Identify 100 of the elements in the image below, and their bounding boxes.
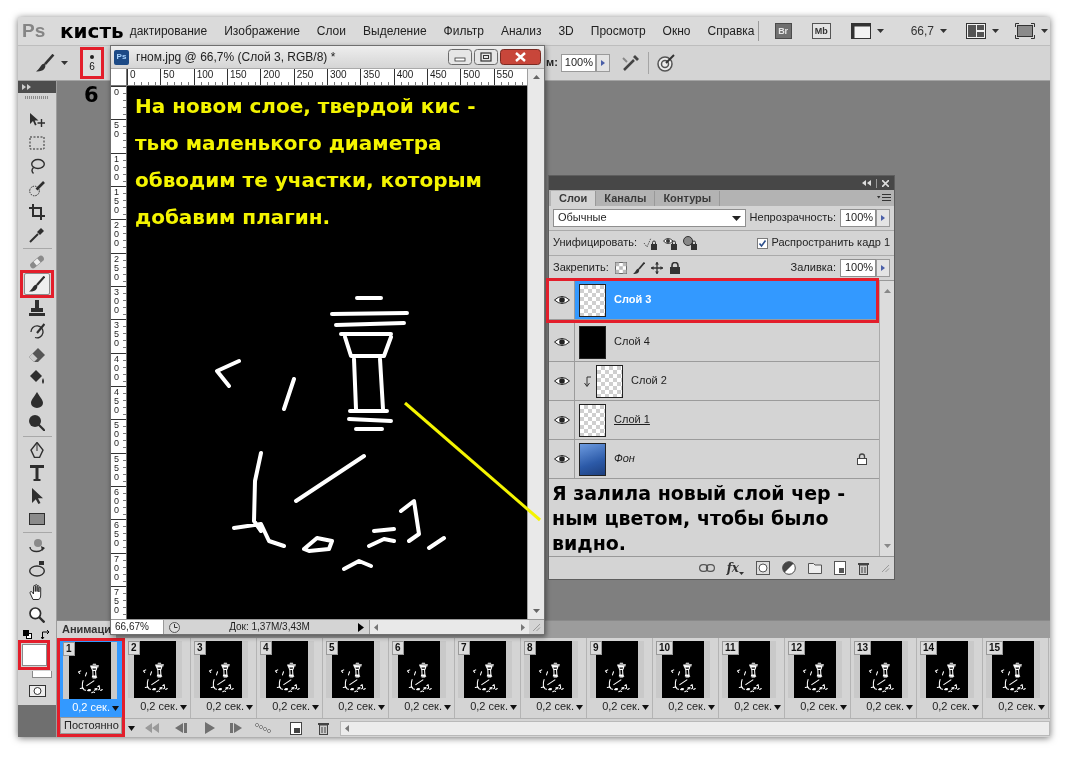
pressure-icon[interactable] bbox=[656, 54, 675, 72]
animation-frame[interactable]: 6 0,2 сек. bbox=[389, 638, 455, 718]
layer-row[interactable]: Слой 4 bbox=[549, 323, 879, 362]
caret-icon[interactable] bbox=[992, 29, 999, 33]
screen-mode-icon[interactable] bbox=[1015, 23, 1035, 39]
loop-dropdown[interactable]: Постоянно bbox=[60, 717, 122, 734]
animation-frame[interactable]: 8 0,2 сек. bbox=[521, 638, 587, 718]
animation-frame[interactable]: 11 0,2 сек. bbox=[719, 638, 785, 718]
eye-icon[interactable] bbox=[553, 376, 570, 386]
launcher-button[interactable]: Br bbox=[774, 23, 792, 39]
style-lock-icon[interactable] bbox=[683, 236, 697, 250]
frame-delay[interactable]: 0,2 сек. bbox=[932, 700, 970, 714]
animation-frame[interactable]: 10 0,2 сек. bbox=[653, 638, 719, 718]
frame-delay[interactable]: 0,2 сек. bbox=[206, 700, 244, 714]
frame-delay[interactable]: 0,2 сек. bbox=[404, 700, 442, 714]
move-arrow-icon[interactable] bbox=[29, 111, 45, 128]
new-frame-icon[interactable] bbox=[290, 721, 302, 735]
scroll-left-icon[interactable] bbox=[374, 623, 378, 631]
layer-style-button[interactable]: fx bbox=[726, 560, 739, 576]
layer-row[interactable]: Слой 1 bbox=[549, 401, 879, 440]
eye-lock-icon[interactable] bbox=[663, 236, 677, 250]
menu-item[interactable]: Слои bbox=[316, 23, 346, 39]
next-frame-icon[interactable] bbox=[230, 723, 242, 733]
eraser-icon[interactable] bbox=[29, 345, 45, 362]
collapse-icon[interactable] bbox=[862, 180, 871, 186]
quick-mask-icon[interactable] bbox=[29, 685, 46, 697]
close-icon[interactable] bbox=[500, 49, 541, 65]
blend-mode-dropdown[interactable]: Обычные bbox=[553, 209, 746, 227]
caret-icon[interactable] bbox=[774, 704, 781, 710]
previous-frame-icon[interactable] bbox=[175, 723, 187, 733]
caret-icon[interactable] bbox=[378, 704, 385, 710]
caret-icon[interactable] bbox=[576, 704, 583, 710]
caret-icon[interactable] bbox=[840, 704, 847, 710]
animation-frame[interactable]: 3 0,2 сек. bbox=[191, 638, 257, 718]
new-layer-icon[interactable] bbox=[834, 561, 846, 575]
frame-delay[interactable]: 0,2 сек. bbox=[602, 700, 640, 714]
panel-menu-icon[interactable] bbox=[877, 194, 891, 202]
frame-delay[interactable]: 0,2 сек. bbox=[470, 700, 508, 714]
pen-nib-icon[interactable] bbox=[29, 441, 45, 458]
stamp-icon[interactable] bbox=[29, 299, 45, 316]
menu-item[interactable]: дактирование bbox=[129, 23, 208, 39]
trash-icon[interactable] bbox=[318, 721, 329, 735]
menu-item[interactable]: Анализ bbox=[500, 23, 542, 39]
caret-icon[interactable] bbox=[444, 704, 451, 710]
menu-item[interactable]: Справка bbox=[707, 23, 755, 39]
background-color-swatch[interactable] bbox=[32, 671, 52, 678]
trash-icon[interactable] bbox=[858, 561, 869, 575]
frame-delay[interactable]: 0,2 сек. bbox=[734, 700, 772, 714]
maximize-icon[interactable] bbox=[474, 49, 498, 65]
frame-delay[interactable]: 0,2 сек. bbox=[272, 700, 310, 714]
caret-icon[interactable] bbox=[739, 572, 744, 576]
animation-frame[interactable]: 15 0,2 сек. bbox=[983, 638, 1049, 718]
frame-delay[interactable]: 0,2 сек. bbox=[866, 700, 904, 714]
caret-icon[interactable] bbox=[906, 704, 913, 710]
link-icon[interactable] bbox=[698, 564, 715, 572]
frame-delay[interactable]: 0,2 сек. bbox=[536, 700, 574, 714]
animation-frame[interactable]: 5 0,2 сек. bbox=[323, 638, 389, 718]
percent-field[interactable]: 100% bbox=[560, 54, 596, 72]
fill-field[interactable]: 100% bbox=[840, 259, 876, 277]
eye-icon[interactable] bbox=[553, 337, 570, 347]
scroll-down-icon[interactable] bbox=[532, 609, 540, 613]
mask-icon[interactable] bbox=[756, 561, 770, 575]
adjustment-icon[interactable] bbox=[782, 561, 796, 575]
animation-frame[interactable]: 12 0,2 сек. bbox=[785, 638, 851, 718]
orbit-3d-icon[interactable] bbox=[29, 560, 45, 577]
move-arrows-icon[interactable] bbox=[650, 262, 663, 274]
panel-tab[interactable]: Слои bbox=[551, 191, 597, 206]
quick-selection-icon[interactable] bbox=[29, 180, 45, 197]
caret-icon[interactable] bbox=[61, 61, 68, 65]
history-icon[interactable] bbox=[169, 622, 180, 633]
panel-tab[interactable]: Каналы bbox=[596, 191, 656, 206]
layout-icon[interactable] bbox=[966, 23, 986, 39]
scroll-right-icon[interactable] bbox=[521, 623, 525, 631]
animation-frame[interactable]: 13 0,2 сек. bbox=[851, 638, 917, 718]
expand-icon[interactable] bbox=[22, 84, 31, 90]
crop-icon[interactable] bbox=[29, 203, 45, 220]
frame-delay[interactable]: 0,2 сек. bbox=[668, 700, 706, 714]
animation-frame[interactable]: 2 0,2 сек. bbox=[125, 638, 191, 718]
menu-item[interactable]: Изображение bbox=[224, 23, 300, 39]
caret-icon[interactable] bbox=[180, 704, 187, 710]
paint-bucket-icon[interactable] bbox=[29, 368, 45, 385]
position-lock-icon[interactable] bbox=[643, 236, 657, 250]
animation-frame[interactable]: 1 0,2 сек. bbox=[60, 641, 122, 717]
airbrush-icon[interactable] bbox=[621, 54, 640, 72]
menu-arrow-icon[interactable] bbox=[358, 623, 364, 632]
scroll-up-icon[interactable] bbox=[532, 75, 540, 79]
history-brush-icon[interactable] bbox=[29, 322, 45, 339]
animation-frame[interactable]: 7 0,2 сек. bbox=[455, 638, 521, 718]
launcher-button[interactable]: Mb bbox=[811, 23, 831, 39]
play-icon[interactable] bbox=[205, 722, 215, 734]
animation-frame[interactable]: 4 0,2 сек. bbox=[257, 638, 323, 718]
caret-icon[interactable] bbox=[1041, 29, 1048, 33]
brush-preset-button[interactable]: 6 bbox=[83, 50, 101, 76]
eye-icon[interactable] bbox=[553, 454, 570, 464]
lock-icon[interactable] bbox=[668, 262, 681, 274]
frame-delay[interactable]: 0,2 сек. bbox=[998, 700, 1036, 714]
menu-item[interactable]: Окно bbox=[662, 23, 691, 39]
rotate-3d-icon[interactable] bbox=[29, 537, 45, 554]
scrollbar[interactable] bbox=[527, 69, 544, 619]
menu-item[interactable]: 3D bbox=[558, 23, 574, 39]
